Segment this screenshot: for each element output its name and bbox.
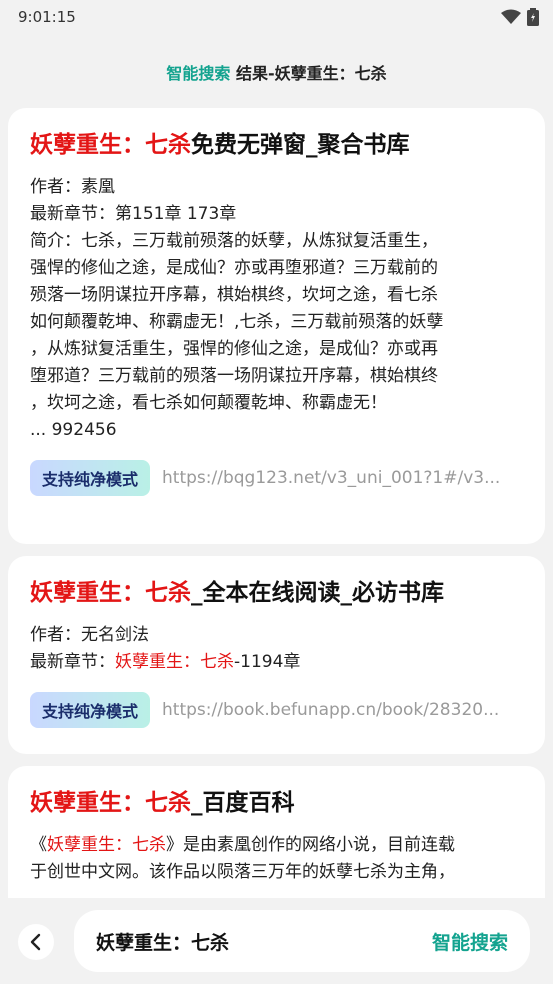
result-title-highlight: 妖孽重生：七杀 [30, 580, 191, 606]
result-description-line: 于创世中文网。该作品以陨落三万年的妖孽七杀为主角， [30, 862, 455, 882]
pure-mode-badge[interactable]: 支持纯净模式 [30, 692, 151, 728]
pure-mode-badge[interactable]: 支持纯净模式 [30, 460, 151, 496]
status-time: 9:01:15 [18, 8, 76, 26]
result-url[interactable]: https://bqg123.net/v3_uni_001?1#/v3... [162, 468, 500, 488]
wifi-icon [501, 9, 521, 24]
result-intro-line: ... 992456 [30, 420, 117, 440]
page-title-rest: 结果-妖孽重生：七杀 [230, 64, 387, 83]
result-intro-line: ，从炼狱复活重生，强悍的修仙之途，是成仙？亦或再 [30, 339, 438, 359]
result-card[interactable]: 妖孽重生：七杀免费无弹窗_聚合书库 作者：素凰 最新章节：第151章 173章 … [8, 108, 545, 544]
result-intro-line: 殒落一场阴谋拉开序幕，棋始棋终，坎坷之途，看七杀 [30, 285, 438, 305]
result-title-highlight: 妖孽重生：七杀 [30, 790, 191, 816]
result-intro-line: 堕邪道？三万载前的殒落一场阴谋拉开序幕，棋始棋终 [30, 366, 438, 386]
result-card[interactable]: 妖孽重生：七杀_百度百科 《妖孽重生：七杀》是由素凰创作的网络小说，目前连载 于… [8, 766, 545, 898]
result-latest-chapter: 最新章节：第151章 173章 [30, 204, 237, 224]
back-button[interactable] [18, 924, 54, 960]
desc-highlight: 妖孽重生：七杀 [47, 835, 166, 855]
result-title-rest: _全本在线阅读_必访书库 [191, 580, 444, 606]
result-footer: 支持纯净模式 https://book.befunapp.cn/book/283… [30, 690, 523, 730]
result-title-rest: _百度百科 [191, 790, 295, 816]
result-title[interactable]: 妖孽重生：七杀免费无弹窗_聚合书库 [30, 130, 523, 160]
chevron-left-icon [30, 933, 41, 951]
result-intro-line: 强悍的修仙之途，是成仙？亦或再堕邪道？三万载前的 [30, 258, 438, 278]
result-footer: 支持纯净模式 https://bqg123.net/v3_uni_001?1#/… [30, 458, 523, 498]
result-title-rest: 免费无弹窗_聚合书库 [191, 132, 410, 158]
result-description: 《妖孽重生：七杀》是由素凰创作的网络小说，目前连载 [30, 832, 523, 859]
page-title-accent: 智能搜索 [166, 64, 231, 83]
result-intro-line: 如何颠覆乾坤、称霸虚无！,七杀，三万载前殒落的妖孽 [30, 312, 444, 332]
desc-rest: 》是由素凰创作的网络小说，目前连载 [166, 835, 455, 855]
result-title[interactable]: 妖孽重生：七杀_百度百科 [30, 788, 523, 818]
search-bar[interactable]: 妖孽重生：七杀 智能搜索 [74, 910, 530, 972]
search-query[interactable]: 妖孽重生：七杀 [96, 928, 229, 955]
result-latest-chapter: 最新章节：妖孽重生：七杀-1194章 [30, 649, 523, 676]
page-title: 智能搜索 结果-妖孽重生：七杀 [0, 60, 553, 84]
status-bar: 9:01:15 [0, 0, 553, 34]
result-intro-line: 简介：七杀，三万载前殒落的妖孽，从炼狱复活重生， [30, 231, 438, 251]
result-title-highlight: 妖孽重生：七杀 [30, 132, 191, 158]
results-list[interactable]: 妖孽重生：七杀免费无弹窗_聚合书库 作者：素凰 最新章节：第151章 173章 … [0, 100, 553, 898]
result-author: 作者：素凰 [30, 177, 115, 197]
result-author: 作者：无名剑法 [30, 625, 149, 645]
status-icons [501, 8, 539, 26]
latest-highlight: 妖孽重生：七杀 [115, 652, 234, 672]
result-title[interactable]: 妖孽重生：七杀_全本在线阅读_必访书库 [30, 578, 523, 608]
result-url[interactable]: https://book.befunapp.cn/book/28320... [162, 700, 499, 720]
desc-open: 《 [30, 835, 47, 855]
result-card[interactable]: 妖孽重生：七杀_全本在线阅读_必访书库 作者：无名剑法 最新章节：妖孽重生：七杀… [8, 556, 545, 754]
bottom-bar: 妖孽重生：七杀 智能搜索 [0, 898, 553, 984]
latest-suffix: -1194章 [234, 652, 301, 672]
latest-prefix: 最新章节： [30, 652, 115, 672]
result-intro-line: ，坎坷之途，看七杀如何颠覆乾坤、称霸虚无！ [30, 393, 387, 413]
smart-search-button[interactable]: 智能搜索 [432, 928, 508, 955]
battery-icon [527, 8, 539, 26]
